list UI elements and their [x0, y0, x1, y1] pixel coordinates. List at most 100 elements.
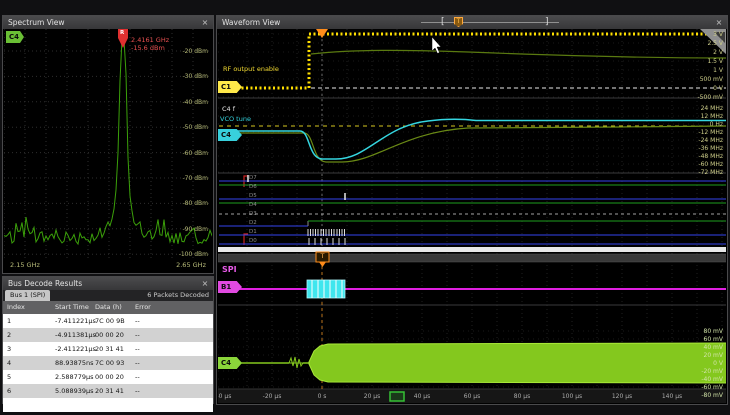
trigger-indicator-icon[interactable] — [316, 29, 328, 38]
table-cell: 7C 00 93 — [95, 356, 124, 370]
freq-axis-start: 2.15 GHz — [10, 262, 40, 269]
trigger-badge-pointer — [319, 262, 326, 267]
table-row[interactable]: 5 2.588779µs00 00 20 -- — [3, 370, 213, 384]
table-cell: -- — [135, 356, 140, 370]
tab-bus1-spi[interactable]: Bus 1 (SPI) — [5, 290, 50, 301]
vco-scale-label: -12 MHz — [698, 129, 723, 136]
spectrum-plot[interactable]: R 2.4161 GHz -15.6 dBm C4 2.15 GHz 2.65 … — [4, 29, 212, 272]
vco-scale-label: -48 MHz — [698, 153, 723, 160]
column-header: Start Time — [55, 301, 89, 314]
digital-channel-label: D7 — [249, 175, 257, 181]
digital-channel-label: D5 — [249, 193, 257, 199]
digital-channel-label: D2 — [249, 220, 257, 226]
marker-amplitude: -15.6 dBm — [131, 45, 165, 52]
table-cell: 3 — [7, 342, 11, 356]
white-band — [218, 247, 726, 252]
table-cell: 88.93875ns — [55, 356, 94, 370]
table-cell: 4 — [7, 356, 11, 370]
waveform-titlebar[interactable]: Waveform View [ ] T × — [217, 16, 727, 29]
table-cell: -- — [135, 370, 140, 384]
bus-decode-close-icon[interactable]: × — [200, 277, 210, 290]
spectrum-y-axis-label: -100 dBm — [179, 251, 208, 258]
table-cell: 7C 00 9B — [95, 314, 125, 328]
rf-scale-label: -40 mV — [701, 376, 723, 383]
axis-nav-marker[interactable] — [390, 392, 404, 401]
ch1-label: RF output enable — [223, 66, 279, 73]
spectrum-titlebar[interactable]: Spectrum View × — [3, 16, 213, 29]
time-axis-label: 140 µs — [657, 393, 687, 400]
time-axis-label: 40 µs — [407, 393, 437, 400]
time-axis-label: 100 µs — [557, 393, 587, 400]
packets-decoded-status: 6 Packets Decoded — [147, 290, 209, 301]
ch1-scale-label: 1 V — [713, 67, 723, 74]
vco-scale-label: 12 MHz — [701, 113, 723, 120]
bus-decode-panel: Bus Decode Results × Bus 1 (SPI) 6 Packe… — [2, 276, 214, 404]
ch1-scale-label: 3 V — [713, 31, 723, 38]
table-row[interactable]: 1-7.411221µs7C 00 9B-- — [3, 314, 213, 328]
time-axis-label: 0 s — [307, 393, 337, 400]
table-cell: -- — [135, 342, 140, 356]
marker-frequency: 2.4161 GHz — [131, 37, 169, 44]
spi-decoded-packets[interactable] — [307, 280, 345, 298]
rf-burst-blip — [289, 357, 303, 368]
waveform-close-icon[interactable]: × — [714, 16, 724, 29]
table-row[interactable]: 3-2.411221µs20 31 41-- — [3, 342, 213, 356]
ch1-scale-label: -500 mV — [698, 94, 723, 101]
table-cell: 6 — [7, 384, 11, 398]
spectrum-y-axis-label: -20 dBm — [183, 48, 208, 55]
spi-bus-label: SPI — [222, 266, 237, 274]
time-axis-label: -40 µs — [218, 393, 237, 400]
rf-scale-label: 60 mV — [704, 336, 724, 343]
ch1-scale-label: 2 V — [713, 49, 723, 56]
vco-tune-label: VCO tune — [220, 116, 251, 123]
decode-table-header: IndexStart TimeData (h)Error — [3, 301, 213, 314]
rf-envelope-trace[interactable] — [309, 343, 726, 383]
table-row[interactable]: 2-4.911381µs00 00 20-- — [3, 328, 213, 342]
spectrum-y-axis-label: -60 dBm — [183, 150, 208, 157]
scrollbar-right-bracket[interactable]: ] — [545, 17, 549, 28]
vco-scale-label: -72 MHz — [698, 169, 723, 176]
digital-channel-label: D6 — [249, 184, 257, 190]
scrollbar-left-bracket[interactable]: [ — [441, 17, 445, 28]
trigger-band — [218, 254, 726, 262]
spectrum-close-icon[interactable]: × — [200, 16, 210, 29]
table-row[interactable]: 65.088939µs20 31 41-- — [3, 384, 213, 398]
waveform-title: Waveform View — [222, 18, 280, 27]
ch1-scale-label: 0 V — [713, 85, 723, 92]
bus-decode-titlebar[interactable]: Bus Decode Results × — [3, 277, 213, 290]
table-cell: 5.088939µs — [55, 384, 94, 398]
rf-scale-label: 40 mV — [704, 344, 724, 351]
scrollbar-trigger-marker[interactable]: T — [454, 17, 463, 27]
rf-scale-label: 20 mV — [704, 352, 724, 359]
vco-scale-label: 24 MHz — [701, 105, 723, 112]
column-header: Index — [7, 301, 25, 314]
trigger-badge-label: T — [317, 253, 328, 260]
vco-scale-label: 0 Hz — [710, 121, 723, 128]
spectrum-y-axis-label: -80 dBm — [183, 200, 208, 207]
digital-channel-label: D4 — [249, 202, 257, 208]
digital-channel-label: D1 — [249, 229, 257, 235]
vco-scale-label: -36 MHz — [698, 145, 723, 152]
rf-scale-label: -20 mV — [701, 368, 723, 375]
table-cell: 00 00 20 — [95, 370, 124, 384]
table-cell: 1 — [7, 314, 11, 328]
time-axis-label: 80 µs — [507, 393, 537, 400]
bus-decode-title: Bus Decode Results — [8, 279, 82, 288]
rf-scale-label: 80 mV — [704, 328, 724, 335]
bus-tab-row: Bus 1 (SPI) 6 Packets Decoded — [3, 290, 213, 301]
spectrum-y-axis-label: -40 dBm — [183, 99, 208, 106]
table-cell: 5 — [7, 370, 11, 384]
table-cell: 2.588779µs — [55, 370, 94, 384]
spectrum-y-axis-label: -90 dBm — [183, 226, 208, 233]
waveform-plot[interactable]: RF output enable C1 C4 f VCO tune C4 SPI… — [218, 29, 726, 403]
rf-scale-label: -80 mV — [701, 392, 723, 399]
time-axis-label: 20 µs — [357, 393, 387, 400]
waveform-traces-svg — [218, 29, 726, 403]
ch1-scale-label: 1.5 V — [707, 58, 723, 65]
spectrum-title: Spectrum View — [8, 18, 65, 27]
table-cell: -- — [135, 314, 140, 328]
table-row-empty — [3, 398, 213, 412]
table-row[interactable]: 4 88.93875ns7C 00 93 -- — [3, 356, 213, 370]
peak-marker-icon[interactable] — [118, 38, 128, 48]
column-header: Error — [135, 301, 151, 314]
